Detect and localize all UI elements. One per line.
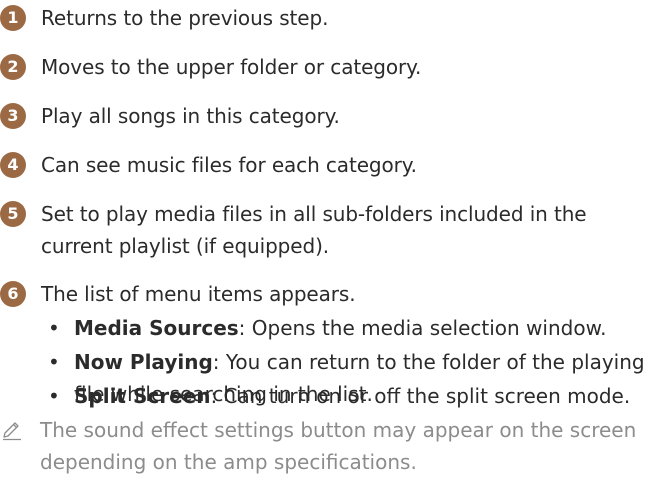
bullet: • [48, 350, 60, 374]
step-number-badge: 5 [0, 201, 26, 227]
list-item-3: 3 Play all songs in this category. [0, 100, 340, 132]
sub-item-body: Split Screen: Can turn on or off the spl… [74, 380, 649, 412]
list-item-2: 2 Moves to the upper folder or category. [0, 51, 421, 83]
step-number-badge: 1 [0, 5, 26, 31]
list-item-6: 6 The list of menu items appears. [0, 278, 356, 310]
pencil-note-icon [0, 418, 24, 442]
list-item-text: Returns to the previous step. [41, 6, 329, 30]
list-item-text: Can see music files for each category. [41, 153, 417, 177]
list-item-1: 1 Returns to the previous step. [0, 2, 328, 34]
sub-item-label: Split Screen [74, 384, 211, 408]
list-item-4: 4 Can see music files for each category. [0, 149, 417, 181]
step-number-badge: 2 [0, 54, 26, 80]
list-item-text: Play all songs in this category. [41, 104, 340, 128]
list-item-text: Set to play media files in all sub-folde… [41, 202, 587, 258]
sub-item-text: : Can turn on or off the split screen mo… [210, 384, 631, 408]
sub-item-label: Media Sources [74, 316, 239, 340]
list-item-5: 5 Set to play media files in all sub-fol… [0, 198, 641, 262]
document-page: 1 Returns to the previous step. 2 Moves … [0, 0, 657, 488]
bullet: • [48, 316, 60, 340]
step-number-badge: 4 [0, 152, 26, 178]
list-item-text: Moves to the upper folder or category. [41, 55, 422, 79]
sub-item-media-sources: • Media Sources: Opens the media selecti… [48, 312, 649, 344]
note: The sound effect settings button may app… [0, 414, 650, 478]
list-item-text: The list of menu items appears. [41, 282, 356, 306]
sub-item-body: Media Sources: Opens the media selection… [74, 312, 649, 344]
sub-item-text: : Opens the media selection window. [238, 316, 607, 340]
note-text: The sound effect settings button may app… [40, 418, 637, 474]
step-number-badge: 6 [0, 281, 26, 307]
sub-item-label: Now Playing [74, 350, 213, 374]
sub-item-split-screen: • Split Screen: Can turn on or off the s… [48, 380, 649, 412]
step-number-badge: 3 [0, 103, 26, 129]
bullet: • [48, 384, 60, 408]
